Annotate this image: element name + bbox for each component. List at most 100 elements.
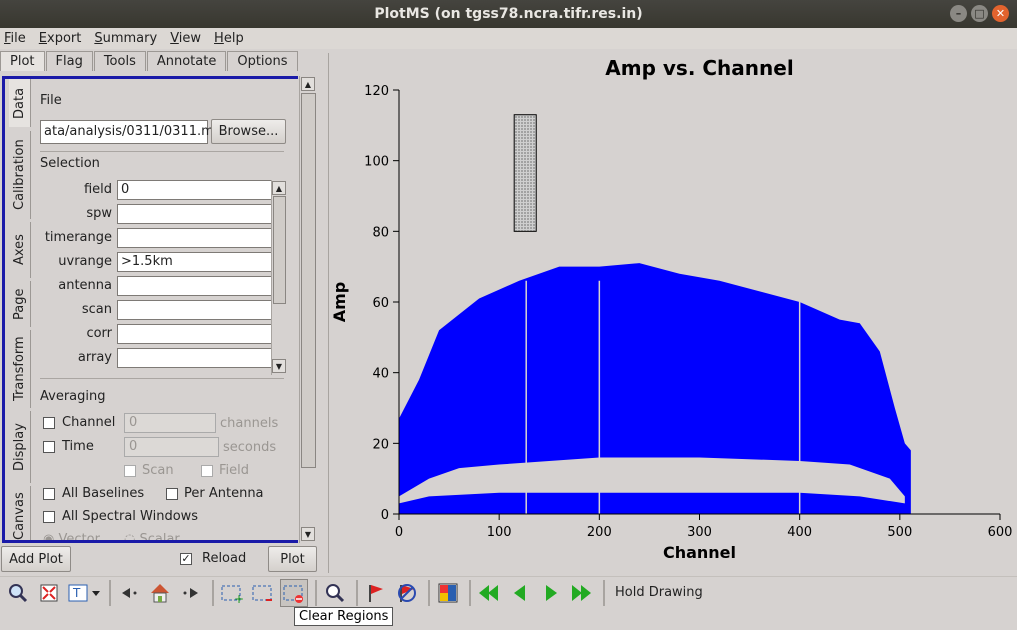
selection-label-corr: corr [86, 326, 112, 341]
step-back-icon[interactable] [115, 579, 143, 607]
selection-label-field: field [83, 182, 112, 197]
panel-scrollbar[interactable]: ▲ ▼ [299, 76, 317, 543]
iter-prev-icon[interactable] [506, 579, 534, 607]
vtab-data[interactable]: Data [9, 79, 31, 127]
data-tab-content: File ata/analysis/0311/0311.ms Browse...… [35, 79, 297, 540]
channel-avg-input[interactable]: 0 [124, 413, 216, 433]
add-plot-button[interactable]: Add Plot [1, 546, 71, 572]
clear-regions-icon[interactable] [280, 578, 308, 607]
x-tick-label: 400 [787, 525, 812, 540]
menu-file[interactable]: File [0, 31, 30, 46]
vtab-calibration[interactable]: Calibration [9, 131, 31, 219]
menu-export[interactable]: Export [35, 31, 86, 46]
iter-next-icon[interactable] [537, 579, 565, 607]
minimize-icon[interactable]: – [950, 5, 967, 22]
selection-input-uvrange[interactable]: >1.5km [117, 252, 272, 272]
x-tick-label: 500 [887, 525, 912, 540]
selection-input-scan[interactable] [117, 300, 272, 320]
panel-scroll-thumb[interactable] [301, 93, 316, 468]
tab-flag[interactable]: Flag [45, 51, 93, 71]
step-forward-icon[interactable] [177, 579, 205, 607]
iter-first-icon[interactable] [475, 579, 503, 607]
marked-region [513, 114, 537, 232]
selection-input-array[interactable] [117, 348, 272, 368]
selection-label-array: array [77, 350, 112, 365]
menu-view[interactable]: View [166, 31, 205, 46]
y-tick-label: 80 [372, 225, 389, 240]
scan-label: Scan [142, 463, 174, 478]
vtab-axes[interactable]: Axes [9, 222, 31, 278]
vtab-canvas[interactable]: Canvas [9, 486, 31, 540]
divider [40, 151, 284, 152]
scroll-thumb[interactable] [273, 196, 286, 304]
selection-input-antenna[interactable] [117, 276, 272, 296]
panel-scroll-up-icon[interactable]: ▲ [301, 77, 315, 91]
selection-label-spw: spw [86, 206, 112, 221]
plot-button[interactable]: Plot [268, 546, 317, 572]
scalar-radio[interactable]: ◌ Scalar [124, 532, 180, 540]
iter-last-icon[interactable] [568, 579, 596, 607]
subtract-region-icon[interactable] [249, 579, 277, 607]
selection-label-timerange: timerange [44, 230, 112, 245]
tab-options[interactable]: Options [227, 51, 298, 71]
channel-label: Channel [62, 415, 116, 430]
scroll-up-icon[interactable]: ▲ [272, 181, 286, 195]
menu-summary[interactable]: Summary [90, 31, 161, 46]
selection-input-field[interactable]: 0 [117, 180, 272, 200]
vector-radio[interactable]: ◉ Vector [43, 532, 100, 540]
y-tick-label: 40 [372, 367, 389, 382]
channel-checkbox[interactable] [43, 417, 55, 429]
zoom-icon[interactable] [4, 579, 32, 607]
pan-icon[interactable] [35, 579, 63, 607]
flag-icon[interactable] [362, 579, 390, 607]
selection-input-timerange[interactable] [117, 228, 272, 248]
locate-icon[interactable] [321, 579, 349, 607]
unflag-icon[interactable] [393, 579, 421, 607]
plot-canvas[interactable]: Amp vs. Channel 0 100 200 300 400 500 600 0 20 40 6… [328, 53, 1017, 573]
selection-input-corr[interactable] [117, 324, 272, 344]
vtab-page[interactable]: Page [9, 281, 31, 327]
file-path-input[interactable]: ata/analysis/0311/0311.ms [40, 120, 221, 144]
time-checkbox[interactable] [43, 441, 55, 453]
tab-annotate[interactable]: Annotate [146, 51, 227, 71]
y-tick-label: 20 [372, 437, 389, 452]
selection-input-spw[interactable] [117, 204, 272, 224]
maximize-icon[interactable]: □ [971, 5, 988, 22]
time-unit: seconds [223, 440, 277, 455]
browse-button[interactable]: Browse... [211, 119, 286, 144]
file-heading: File [40, 93, 62, 108]
all-spw-checkbox[interactable] [43, 511, 55, 523]
svg-text:T: T [72, 586, 81, 600]
vtab-transform[interactable]: Transform [9, 330, 31, 408]
averaging-heading: Averaging [40, 389, 106, 404]
y-tick-label: 0 [381, 508, 389, 523]
field-checkbox[interactable] [201, 465, 213, 477]
selection-label-uvrange: uvrange [58, 254, 112, 269]
amp-vs-channel-chart[interactable]: Amp vs. Channel 0 100 200 300 400 500 600 0 20 40 6… [329, 53, 1017, 573]
per-antenna-checkbox[interactable] [166, 488, 178, 500]
y-axis-label: Amp [330, 282, 349, 323]
selection-label-scan: scan [81, 302, 112, 317]
flag-extension-icon[interactable] [434, 579, 462, 607]
tab-plot[interactable]: Plot [0, 51, 45, 71]
scan-checkbox[interactable] [124, 465, 136, 477]
selection-scrollbar[interactable]: ▲ ▼ [271, 180, 287, 375]
close-icon[interactable]: ✕ [992, 5, 1009, 22]
home-icon[interactable] [146, 579, 174, 607]
x-tick-label: 0 [395, 525, 403, 540]
annotate-text-icon[interactable]: T [66, 579, 102, 607]
all-spw-label: All Spectral Windows [62, 509, 199, 524]
y-tick-label: 100 [364, 155, 389, 170]
panel-scroll-down-icon[interactable]: ▼ [301, 527, 315, 541]
hold-drawing-button[interactable]: Hold Drawing [615, 585, 703, 600]
x-tick-label: 100 [487, 525, 512, 540]
mark-region-icon[interactable]: + [218, 579, 246, 607]
menu-help[interactable]: Help [210, 31, 248, 46]
scroll-down-icon[interactable]: ▼ [272, 359, 286, 373]
vtab-display[interactable]: Display [9, 411, 31, 483]
all-baselines-checkbox[interactable] [43, 488, 55, 500]
tab-tools[interactable]: Tools [93, 51, 146, 71]
x-tick-label: 600 [988, 525, 1013, 540]
reload-checkbox[interactable]: ✓ [180, 553, 192, 565]
time-avg-input[interactable]: 0 [124, 437, 219, 457]
